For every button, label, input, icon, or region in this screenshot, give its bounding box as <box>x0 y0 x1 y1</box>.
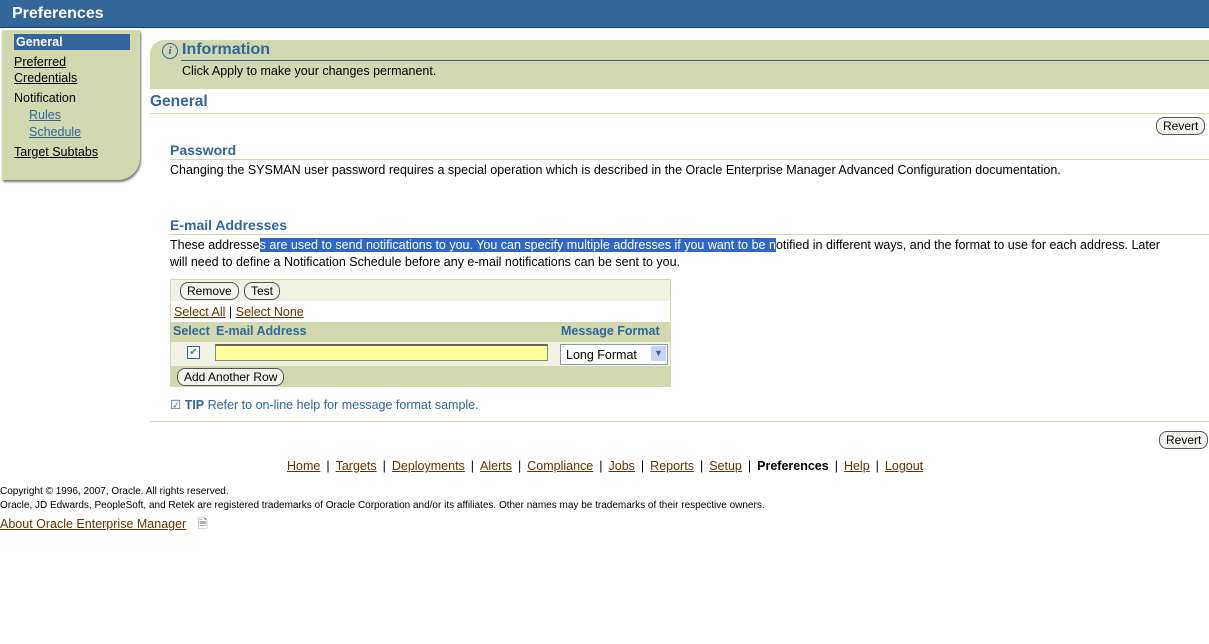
remove-button[interactable]: Remove <box>180 282 239 300</box>
tip: ☑ TIP Refer to on-line help for message … <box>170 397 479 412</box>
section-title: General <box>150 93 208 110</box>
info-icon: i <box>162 43 178 59</box>
trademarks: Oracle, JD Edwards, PeopleSoft, and Rete… <box>0 500 765 511</box>
selected-text: s are used to send notifications to you.… <box>259 238 776 252</box>
selected-format: Long Format <box>566 348 637 362</box>
text: These addresse <box>170 238 260 252</box>
separator: | <box>699 459 704 473</box>
text: otified in different ways, and the forma… <box>775 238 1160 252</box>
separator: | <box>518 459 522 473</box>
password-heading: Password <box>170 142 237 158</box>
info-message: Click Apply to make your changes permane… <box>182 64 437 78</box>
email-description: These addresses are used to send notific… <box>170 238 1160 252</box>
col-email: E-mail Address <box>216 324 307 338</box>
tip-text: Refer to on-line help for message format… <box>207 398 479 412</box>
sidebar-item-rules[interactable]: Rules <box>29 107 61 123</box>
footer-link-preferences: Preferences <box>757 459 829 473</box>
separator: | <box>599 459 603 473</box>
table-header: Select E-mail Address Message Format <box>171 322 670 342</box>
footer-nav: Home | Targets | Deployments | Alerts | Complian… <box>284 459 926 473</box>
sidebar-item-general[interactable]: General <box>14 34 130 50</box>
copyright: Copyright © 1996, 2007, Oracle. All righ… <box>0 486 229 497</box>
label: Preferred <box>14 55 67 69</box>
new-window-icon[interactable]: 🗎 <box>198 517 208 531</box>
email-input[interactable] <box>215 344 548 361</box>
footer-link-setup[interactable]: Setup <box>709 459 742 473</box>
select-none-link[interactable]: Select None <box>236 305 304 319</box>
info-title: Information <box>182 41 270 58</box>
email-heading: E-mail Addresses <box>170 217 287 233</box>
col-format: Message Format <box>561 324 660 338</box>
footer-link-logout[interactable]: Logout <box>885 459 923 473</box>
message-format-select[interactable]: Long Format ▼ <box>560 344 668 365</box>
password-text: Changing the SYSMAN user password requir… <box>170 163 1061 177</box>
separator: | <box>640 459 645 473</box>
sidebar: General Preferred Credentials Notificatio… <box>2 30 140 180</box>
separator: | <box>382 459 386 473</box>
email-description-line2: will need to define a Notification Sched… <box>170 255 681 269</box>
separator: | <box>875 459 879 473</box>
revert-button-top[interactable]: Revert <box>1156 117 1206 135</box>
about-link[interactable]: About Oracle Enterprise Manager <box>0 517 186 531</box>
separator: | <box>470 459 475 473</box>
table-row: ✔ Long Format ▼ <box>171 342 670 366</box>
footer-link-alerts[interactable]: Alerts <box>480 459 512 473</box>
footer-link-jobs[interactable]: Jobs <box>609 459 635 473</box>
footer-link-compliance[interactable]: Compliance <box>527 459 593 473</box>
select-all-link[interactable]: Select All <box>174 305 225 319</box>
sidebar-item-target-subtabs[interactable]: Target Subtabs <box>14 144 98 160</box>
page-title: Preferences <box>12 5 104 22</box>
footer-link-reports[interactable]: Reports <box>650 459 694 473</box>
separator: | <box>747 459 752 473</box>
footer-link-help[interactable]: Help <box>844 459 870 473</box>
footer-link-deployments[interactable]: Deployments <box>392 459 465 473</box>
separator: | <box>326 459 330 473</box>
information-box: i Information Click Apply to make your c… <box>150 40 1209 89</box>
footer-link-home[interactable]: Home <box>287 459 320 473</box>
footer-link-targets[interactable]: Targets <box>336 459 377 473</box>
label: Credentials <box>14 71 78 85</box>
revert-button-bottom[interactable]: Revert <box>1159 431 1209 449</box>
tip-label: TIP <box>184 398 205 412</box>
sidebar-item-schedule[interactable]: Schedule <box>29 124 81 140</box>
title-bar: Preferences <box>0 0 1209 28</box>
separator: | <box>834 459 838 473</box>
test-button[interactable]: Test <box>244 282 281 300</box>
check-icon: ☑ <box>170 398 182 412</box>
add-another-row-button[interactable]: Add Another Row <box>177 368 285 386</box>
chevron-down-icon: ▼ <box>651 346 666 361</box>
col-select: Select <box>173 324 210 338</box>
row-checkbox[interactable]: ✔ <box>187 346 200 359</box>
sidebar-item-preferred-credentials[interactable]: Preferred Credentials <box>14 54 77 86</box>
sidebar-heading-notification: Notification <box>14 91 76 105</box>
email-table: Remove Test Select All | Select None Sel… <box>170 279 671 387</box>
